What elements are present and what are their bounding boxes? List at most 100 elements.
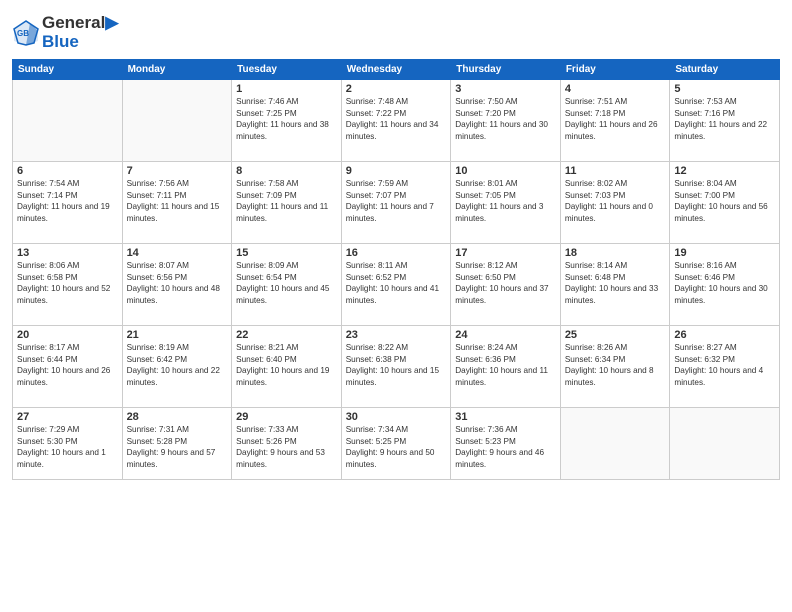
day-number: 16 xyxy=(346,247,447,259)
day-info: Sunrise: 8:02 AM Sunset: 7:03 PM Dayligh… xyxy=(565,178,666,224)
weekday-header: Thursday xyxy=(451,60,561,80)
day-number: 23 xyxy=(346,329,447,341)
day-number: 2 xyxy=(346,83,447,95)
weekday-header: Sunday xyxy=(13,60,123,80)
calendar-cell: 11Sunrise: 8:02 AM Sunset: 7:03 PM Dayli… xyxy=(560,162,670,244)
day-number: 29 xyxy=(236,411,337,423)
day-info: Sunrise: 7:50 AM Sunset: 7:20 PM Dayligh… xyxy=(455,96,556,142)
logo-text: General▶ Blue xyxy=(42,14,118,51)
calendar-cell: 21Sunrise: 8:19 AM Sunset: 6:42 PM Dayli… xyxy=(122,326,232,408)
day-info: Sunrise: 7:59 AM Sunset: 7:07 PM Dayligh… xyxy=(346,178,447,224)
calendar-cell: 5Sunrise: 7:53 AM Sunset: 7:16 PM Daylig… xyxy=(670,80,780,162)
day-info: Sunrise: 7:56 AM Sunset: 7:11 PM Dayligh… xyxy=(127,178,228,224)
day-number: 4 xyxy=(565,83,666,95)
day-info: Sunrise: 8:04 AM Sunset: 7:00 PM Dayligh… xyxy=(674,178,775,224)
day-number: 3 xyxy=(455,83,556,95)
svg-text:GB: GB xyxy=(17,29,29,38)
calendar-week-row: 20Sunrise: 8:17 AM Sunset: 6:44 PM Dayli… xyxy=(13,326,780,408)
calendar-cell: 24Sunrise: 8:24 AM Sunset: 6:36 PM Dayli… xyxy=(451,326,561,408)
calendar-cell: 28Sunrise: 7:31 AM Sunset: 5:28 PM Dayli… xyxy=(122,408,232,480)
day-number: 9 xyxy=(346,165,447,177)
day-number: 7 xyxy=(127,165,228,177)
day-info: Sunrise: 7:31 AM Sunset: 5:28 PM Dayligh… xyxy=(127,424,228,470)
calendar-cell: 17Sunrise: 8:12 AM Sunset: 6:50 PM Dayli… xyxy=(451,244,561,326)
calendar-cell: 1Sunrise: 7:46 AM Sunset: 7:25 PM Daylig… xyxy=(232,80,342,162)
day-number: 20 xyxy=(17,329,118,341)
day-number: 11 xyxy=(565,165,666,177)
day-info: Sunrise: 8:21 AM Sunset: 6:40 PM Dayligh… xyxy=(236,342,337,388)
page-container: GB General▶ Blue SundayMondayTuesdayWedn… xyxy=(0,0,792,612)
day-info: Sunrise: 7:36 AM Sunset: 5:23 PM Dayligh… xyxy=(455,424,556,470)
day-info: Sunrise: 8:06 AM Sunset: 6:58 PM Dayligh… xyxy=(17,260,118,306)
calendar-cell xyxy=(13,80,123,162)
day-number: 1 xyxy=(236,83,337,95)
day-number: 14 xyxy=(127,247,228,259)
weekday-header: Saturday xyxy=(670,60,780,80)
day-number: 19 xyxy=(674,247,775,259)
calendar-cell: 10Sunrise: 8:01 AM Sunset: 7:05 PM Dayli… xyxy=(451,162,561,244)
calendar-week-row: 13Sunrise: 8:06 AM Sunset: 6:58 PM Dayli… xyxy=(13,244,780,326)
calendar-cell: 3Sunrise: 7:50 AM Sunset: 7:20 PM Daylig… xyxy=(451,80,561,162)
day-info: Sunrise: 7:29 AM Sunset: 5:30 PM Dayligh… xyxy=(17,424,118,470)
day-info: Sunrise: 7:58 AM Sunset: 7:09 PM Dayligh… xyxy=(236,178,337,224)
calendar-cell: 30Sunrise: 7:34 AM Sunset: 5:25 PM Dayli… xyxy=(341,408,451,480)
calendar-cell: 14Sunrise: 8:07 AM Sunset: 6:56 PM Dayli… xyxy=(122,244,232,326)
day-number: 25 xyxy=(565,329,666,341)
calendar-cell: 13Sunrise: 8:06 AM Sunset: 6:58 PM Dayli… xyxy=(13,244,123,326)
day-info: Sunrise: 8:07 AM Sunset: 6:56 PM Dayligh… xyxy=(127,260,228,306)
day-info: Sunrise: 8:12 AM Sunset: 6:50 PM Dayligh… xyxy=(455,260,556,306)
day-number: 17 xyxy=(455,247,556,259)
day-info: Sunrise: 7:46 AM Sunset: 7:25 PM Dayligh… xyxy=(236,96,337,142)
day-number: 15 xyxy=(236,247,337,259)
weekday-header: Tuesday xyxy=(232,60,342,80)
calendar-cell: 8Sunrise: 7:58 AM Sunset: 7:09 PM Daylig… xyxy=(232,162,342,244)
day-info: Sunrise: 7:51 AM Sunset: 7:18 PM Dayligh… xyxy=(565,96,666,142)
day-number: 5 xyxy=(674,83,775,95)
day-info: Sunrise: 8:22 AM Sunset: 6:38 PM Dayligh… xyxy=(346,342,447,388)
weekday-header: Monday xyxy=(122,60,232,80)
day-number: 30 xyxy=(346,411,447,423)
calendar-cell: 20Sunrise: 8:17 AM Sunset: 6:44 PM Dayli… xyxy=(13,326,123,408)
calendar-week-row: 6Sunrise: 7:54 AM Sunset: 7:14 PM Daylig… xyxy=(13,162,780,244)
calendar-cell: 18Sunrise: 8:14 AM Sunset: 6:48 PM Dayli… xyxy=(560,244,670,326)
day-number: 26 xyxy=(674,329,775,341)
calendar-week-row: 27Sunrise: 7:29 AM Sunset: 5:30 PM Dayli… xyxy=(13,408,780,480)
calendar-cell: 2Sunrise: 7:48 AM Sunset: 7:22 PM Daylig… xyxy=(341,80,451,162)
calendar-cell: 15Sunrise: 8:09 AM Sunset: 6:54 PM Dayli… xyxy=(232,244,342,326)
day-info: Sunrise: 7:48 AM Sunset: 7:22 PM Dayligh… xyxy=(346,96,447,142)
calendar-cell: 26Sunrise: 8:27 AM Sunset: 6:32 PM Dayli… xyxy=(670,326,780,408)
day-number: 27 xyxy=(17,411,118,423)
day-info: Sunrise: 8:16 AM Sunset: 6:46 PM Dayligh… xyxy=(674,260,775,306)
day-info: Sunrise: 7:33 AM Sunset: 5:26 PM Dayligh… xyxy=(236,424,337,470)
calendar-cell: 29Sunrise: 7:33 AM Sunset: 5:26 PM Dayli… xyxy=(232,408,342,480)
calendar-cell: 4Sunrise: 7:51 AM Sunset: 7:18 PM Daylig… xyxy=(560,80,670,162)
calendar-cell xyxy=(670,408,780,480)
logo: GB General▶ Blue xyxy=(12,14,118,51)
weekday-header-row: SundayMondayTuesdayWednesdayThursdayFrid… xyxy=(13,60,780,80)
calendar-cell: 19Sunrise: 8:16 AM Sunset: 6:46 PM Dayli… xyxy=(670,244,780,326)
day-number: 13 xyxy=(17,247,118,259)
day-info: Sunrise: 8:11 AM Sunset: 6:52 PM Dayligh… xyxy=(346,260,447,306)
calendar-week-row: 1Sunrise: 7:46 AM Sunset: 7:25 PM Daylig… xyxy=(13,80,780,162)
day-number: 18 xyxy=(565,247,666,259)
calendar-cell: 27Sunrise: 7:29 AM Sunset: 5:30 PM Dayli… xyxy=(13,408,123,480)
day-info: Sunrise: 8:27 AM Sunset: 6:32 PM Dayligh… xyxy=(674,342,775,388)
day-number: 10 xyxy=(455,165,556,177)
calendar-cell: 16Sunrise: 8:11 AM Sunset: 6:52 PM Dayli… xyxy=(341,244,451,326)
weekday-header: Wednesday xyxy=(341,60,451,80)
weekday-header: Friday xyxy=(560,60,670,80)
calendar-cell: 25Sunrise: 8:26 AM Sunset: 6:34 PM Dayli… xyxy=(560,326,670,408)
calendar-cell: 31Sunrise: 7:36 AM Sunset: 5:23 PM Dayli… xyxy=(451,408,561,480)
day-number: 21 xyxy=(127,329,228,341)
day-info: Sunrise: 8:01 AM Sunset: 7:05 PM Dayligh… xyxy=(455,178,556,224)
day-info: Sunrise: 8:09 AM Sunset: 6:54 PM Dayligh… xyxy=(236,260,337,306)
day-info: Sunrise: 8:26 AM Sunset: 6:34 PM Dayligh… xyxy=(565,342,666,388)
day-number: 12 xyxy=(674,165,775,177)
calendar-cell: 6Sunrise: 7:54 AM Sunset: 7:14 PM Daylig… xyxy=(13,162,123,244)
day-info: Sunrise: 7:53 AM Sunset: 7:16 PM Dayligh… xyxy=(674,96,775,142)
day-number: 28 xyxy=(127,411,228,423)
day-info: Sunrise: 8:24 AM Sunset: 6:36 PM Dayligh… xyxy=(455,342,556,388)
calendar-cell: 22Sunrise: 8:21 AM Sunset: 6:40 PM Dayli… xyxy=(232,326,342,408)
day-number: 22 xyxy=(236,329,337,341)
calendar-cell: 7Sunrise: 7:56 AM Sunset: 7:11 PM Daylig… xyxy=(122,162,232,244)
